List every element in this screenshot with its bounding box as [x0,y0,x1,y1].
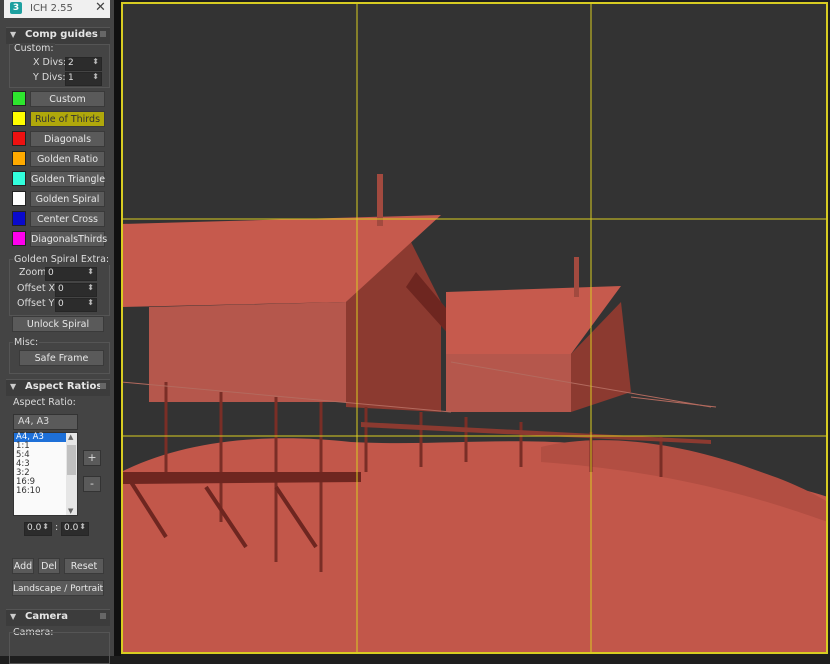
aspect-ratio-combo-value: A4, A3 [18,416,50,427]
collapse-arrow-icon: ▼ [10,382,17,391]
guide-rule-of-thirds-button[interactable]: Rule of Thirds [30,111,105,127]
deck-rail [361,422,711,444]
pin-icon [100,31,106,37]
swatch-center-cross[interactable] [12,211,26,226]
guide-diagonals-button[interactable]: Diagonals [30,131,105,147]
guide-golden-triangle-button[interactable]: Golden Triangle [30,171,105,187]
del-button[interactable]: Del [38,558,60,574]
swatch-custom[interactable] [12,91,26,106]
pin-icon [100,613,106,619]
guide-golden-spiral-button[interactable]: Golden Spiral [30,191,105,207]
swatch-golden-ratio[interactable] [12,151,26,166]
offset-x-label: Offset X [17,283,56,294]
spinner-arrows-icon[interactable]: ⬍ [87,298,94,307]
spinner-arrows-icon[interactable]: ⬍ [87,283,94,292]
scene-render [121,2,828,654]
add-button[interactable]: Add [12,558,34,574]
custom-label: Custom: [13,43,55,54]
swatch-diagonals[interactable] [12,131,26,146]
ratio-a-spinner[interactable]: 0.0 ⬍ [24,522,52,536]
aspect-ratio-list[interactable]: A4, A3 1:1 5:4 4:3 3:2 16:9 16:10 ▲ ▼ [13,432,78,516]
zoom-spinner[interactable]: 0 ⬍ [45,267,97,281]
rollout-comp-guides[interactable]: ▼ Comp guides [6,27,110,44]
spinner-arrows-icon[interactable]: ⬍ [92,57,99,66]
swatch-golden-triangle[interactable] [12,171,26,186]
list-scrollbar[interactable]: ▲ ▼ [66,433,77,515]
chimney1 [377,174,383,226]
spinner-arrows-icon[interactable]: ⬍ [79,522,86,531]
x-divs-value: 2 [68,58,74,68]
spinner-arrows-icon[interactable]: ⬍ [87,267,94,276]
offset-y-value: 0 [58,299,64,309]
rollout-title: Camera [25,611,68,622]
offset-x-spinner[interactable]: 0 ⬍ [55,283,97,297]
offset-x-value: 0 [58,284,64,294]
scroll-thumb[interactable] [67,445,76,475]
safe-frame-button[interactable]: Safe Frame [19,350,104,366]
swatch-golden-spiral[interactable] [12,191,26,206]
reset-button[interactable]: Reset [64,558,104,574]
ratio-separator: : [55,522,59,533]
app-icon: 3 [10,2,22,14]
ratio-b-spinner[interactable]: 0.0 ⬍ [61,522,89,536]
close-icon[interactable]: ✕ [95,0,106,15]
guide-golden-ratio-button[interactable]: Golden Ratio [30,151,105,167]
zoom-value: 0 [48,268,54,278]
rollout-title: Comp guides [25,29,98,40]
add-ratio-plus-button[interactable]: + [83,450,101,466]
spiral-extra-label: Golden Spiral Extra: [13,254,111,265]
y-divs-label: Y Divs: [33,72,66,83]
collapse-arrow-icon: ▼ [10,30,17,39]
aspect-ratio-combo[interactable]: A4, A3 [13,414,78,430]
y-divs-spinner[interactable]: 1 ⬍ [65,72,102,86]
guide-custom-button[interactable]: Custom [30,91,105,107]
3d-viewport[interactable] [121,2,828,654]
offset-y-label: Offset Y [17,298,55,309]
window-title: ICH 2.55 [30,3,73,14]
rollout-title: Aspect Ratios [25,381,103,392]
unlock-spiral-button[interactable]: Unlock Spiral [12,316,104,332]
panel-separator [114,0,121,656]
camera-group [9,632,110,664]
window-titlebar: 3 ICH 2.55 ✕ [4,0,110,18]
swatch-rule-of-thirds[interactable] [12,111,26,126]
swatch-diagonals-thirds[interactable] [12,231,26,246]
ratio-b-value: 0.0 [64,523,79,533]
deck-front [121,472,361,484]
house2-wall [446,354,571,412]
x-divs-spinner[interactable]: 2 ⬍ [65,57,102,71]
guide-center-cross-button[interactable]: Center Cross [30,211,105,227]
aspect-ratio-label: Aspect Ratio: [13,397,76,408]
spinner-arrows-icon[interactable]: ⬍ [42,522,49,531]
rollout-aspect-ratios[interactable]: ▼ Aspect Ratios [6,379,110,396]
rollout-camera[interactable]: ▼ Camera [6,609,110,626]
ratio-a-value: 0.0 [27,523,42,533]
collapse-arrow-icon: ▼ [10,612,17,621]
offset-y-spinner[interactable]: 0 ⬍ [55,298,97,312]
misc-label: Misc: [13,337,40,348]
scroll-down-icon[interactable]: ▼ [68,507,73,515]
landscape-portrait-button[interactable]: Landscape / Portrait [12,580,104,596]
pin-icon [100,383,106,389]
y-divs-value: 1 [68,73,74,83]
tool-panel: 3 ICH 2.55 ✕ ▼ Comp guides Custom: X Div… [0,0,114,664]
chimney2 [574,257,579,297]
zoom-label: Zoom [19,267,47,278]
spinner-arrows-icon[interactable]: ⬍ [92,72,99,81]
remove-ratio-minus-button[interactable]: - [83,476,101,492]
scroll-up-icon[interactable]: ▲ [68,433,73,441]
x-divs-label: X Divs: [33,57,67,68]
guide-diagonals-thirds-button[interactable]: DiagonalsThirds [30,231,107,247]
